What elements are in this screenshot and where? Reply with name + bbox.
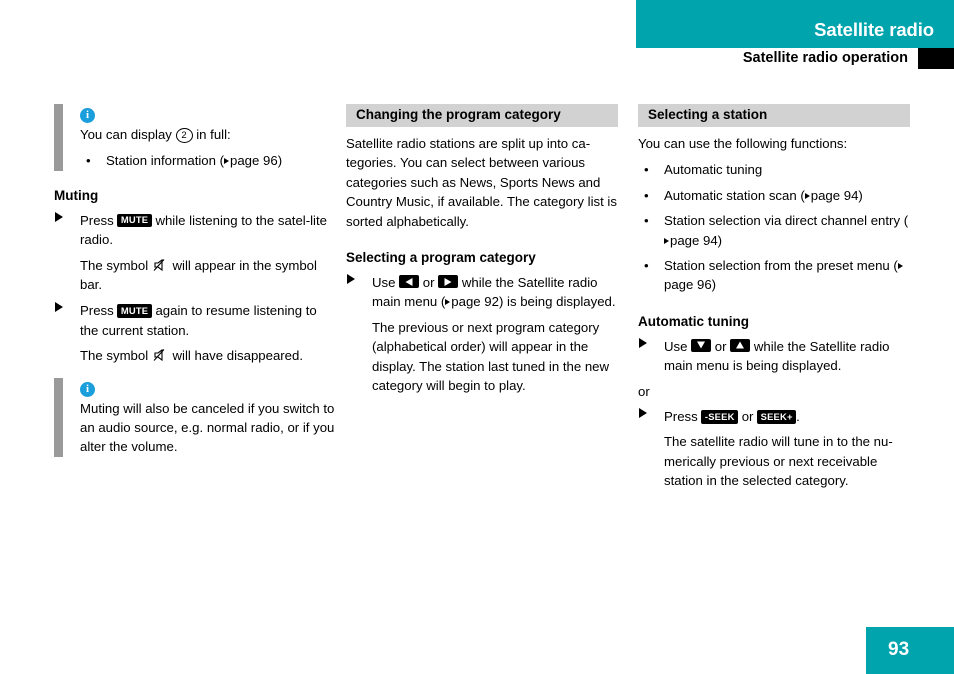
list-item: • Station selection via direct channel en… <box>638 211 910 250</box>
step-post-text: again to resume listening to the current… <box>80 303 317 338</box>
bullet-text: Station selection via direct channel ent… <box>664 213 909 229</box>
left-arrow-key-button[interactable] <box>399 275 420 289</box>
bullet-tail: ) <box>711 277 717 293</box>
section-title: Satellite radio operation <box>742 50 908 66</box>
note-text: Muting will also be canceled if you swit… <box>80 400 335 455</box>
step-pre-text: Press <box>664 409 698 425</box>
bullet-dot: • <box>644 258 649 274</box>
heading-muting: Muting <box>54 187 99 203</box>
automatic-tuning-result-text: The satellite radio will tune in to the … <box>664 434 893 489</box>
bullet-dot: • <box>644 162 649 178</box>
page-ref-label: page 92 <box>451 294 499 310</box>
mute-key-button[interactable]: MUTE <box>117 304 152 318</box>
right-arrow-key-button[interactable] <box>438 275 459 289</box>
info-note-display: i You can display 2 in full: • Station in… <box>54 104 336 171</box>
section-header-bar: Satellite radio operation <box>636 48 954 70</box>
mute-speaker-icon <box>153 349 165 362</box>
seek-plus-key-button[interactable]: SEEK+ <box>757 410 797 424</box>
page-ref-icon <box>804 192 810 199</box>
program-category-result-text: The previous or next program category (a… <box>372 319 610 394</box>
mute-speaker-icon <box>153 258 165 271</box>
program-category-paragraph: Satellite radio stations are split up in… <box>346 136 617 229</box>
para-pre: The symbol <box>80 348 149 364</box>
step-triangle-icon <box>639 408 647 419</box>
info-icon: i <box>80 381 95 397</box>
info-icon: i <box>80 108 95 123</box>
heading-automatic-tuning: Automatic tuning <box>638 313 749 329</box>
note-intro-post: in full: <box>196 127 231 142</box>
info-note-muting: i Muting will also be canceled if you sw… <box>54 377 336 457</box>
bullet-tail: ) <box>717 232 723 248</box>
page-number: 93 <box>888 639 910 660</box>
bullet-tail: ) <box>277 153 283 169</box>
page-ref-icon <box>224 158 230 165</box>
note-intro-pre: You can display <box>80 127 172 142</box>
note-intro-text: You can display 2 in full: <box>80 125 336 144</box>
step-triangle-icon <box>347 274 355 285</box>
bullet-text: Automatic tuning <box>664 162 763 178</box>
seek-minus-key-button[interactable]: -SEEK <box>701 410 739 424</box>
step-use-left-right-arrows: Use or while the Satellite radio main me… <box>346 273 618 312</box>
step-use-label: Use <box>664 338 688 354</box>
step-or-label: or <box>422 275 435 291</box>
step-use-label: Use <box>372 275 396 291</box>
page-number-box: 93 <box>866 627 954 674</box>
mute-symbol-disappear-text: The symbol will have disappeared. <box>80 346 336 365</box>
note-bullet-list: • Station information ( page 96) <box>80 151 336 170</box>
para-pre: The symbol <box>80 257 149 273</box>
step-tail-post: ) is being displayed. <box>498 294 616 310</box>
alternative-or-label: or <box>638 383 650 399</box>
section-heading-selecting-a-station: Selecting a station <box>638 104 910 127</box>
page-ref-label: page 94 <box>810 187 859 203</box>
step-triangle-icon <box>639 337 647 348</box>
list-item: • Automatic tuning <box>638 160 910 179</box>
chapter-header-bar: Satellite radio <box>636 0 954 48</box>
step-pre-text: Press <box>80 212 114 228</box>
step-or-label: or <box>714 338 727 354</box>
up-arrow-key-button[interactable] <box>730 338 751 352</box>
page-ref-label: page 94 <box>670 232 718 248</box>
step-or-label: or <box>741 409 754 425</box>
heading-selecting-a-program-category: Selecting a program category <box>346 250 536 266</box>
note-accent-bar <box>54 377 63 457</box>
bullet-dot: • <box>644 213 649 229</box>
step-period: . <box>796 409 800 425</box>
header-black-marker <box>918 48 954 69</box>
list-item: • Automatic station scan ( page 94) <box>638 186 910 205</box>
bullet-text: Station information ( <box>106 153 225 169</box>
down-arrow-key-button[interactable] <box>691 338 712 352</box>
page-ref-icon <box>897 263 903 270</box>
page-ref-label: page 96 <box>230 153 278 169</box>
step-triangle-icon <box>55 302 63 313</box>
right-column: Selecting a station You can use the foll… <box>638 104 910 498</box>
section-heading-changing-program-category: Changing the program category <box>346 104 618 127</box>
bullet-dot: • <box>86 153 91 169</box>
left-column: i You can display 2 in full: • Station in… <box>54 104 336 467</box>
para-post: will have disappeared. <box>172 348 304 364</box>
step-press-mute: Press MUTE while listening to the satel-… <box>54 211 336 250</box>
reference-number-2: 2 <box>175 128 193 143</box>
page-ref-icon <box>664 237 669 244</box>
mute-key-button[interactable]: MUTE <box>117 213 152 228</box>
bullet-text: Automatic station scan ( <box>664 187 805 203</box>
station-functions-intro: You can use the following functions: <box>638 136 848 151</box>
page-ref-label: page 96 <box>664 277 712 293</box>
bullet-dot: • <box>644 187 649 203</box>
bullet-text: Station selection from the preset menu ( <box>664 258 898 274</box>
station-functions-list: • Automatic tuning • Automatic station sca… <box>638 160 910 294</box>
chapter-title: Satellite radio <box>814 19 934 40</box>
step-triangle-icon <box>55 211 63 222</box>
mute-symbol-appear-text: The symbol will appear in the symbol bar… <box>80 256 336 295</box>
bullet-tail: ) <box>858 187 863 203</box>
page-ref-icon <box>445 299 451 306</box>
list-item: • Station selection from the preset menu … <box>638 256 910 295</box>
step-press-seek-keys: Press -SEEK or SEEK+. <box>638 407 910 426</box>
list-item: • Station information ( page 96) <box>80 151 336 170</box>
step-pre-text: Press <box>80 303 114 319</box>
note-accent-bar <box>54 104 63 171</box>
step-press-mute-again: Press MUTE again to resume listening to … <box>54 301 336 340</box>
middle-column: Changing the program category Satellite … <box>346 104 618 402</box>
step-use-updown-arrows: Use or while the Satellite radio main me… <box>638 337 910 376</box>
